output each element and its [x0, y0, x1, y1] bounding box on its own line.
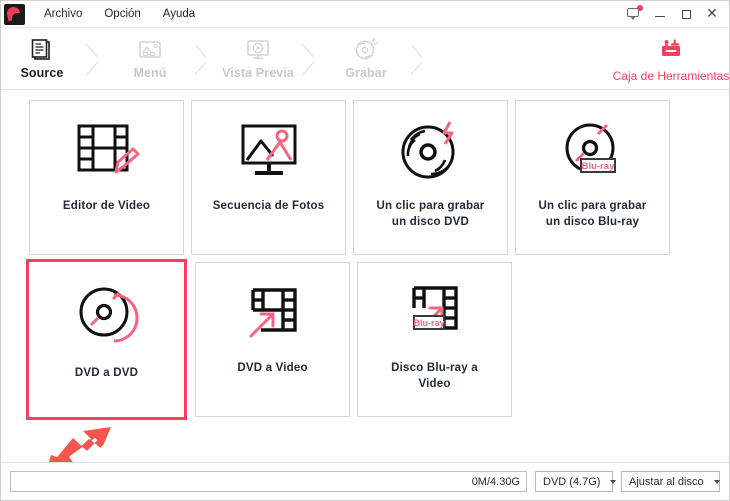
close-button[interactable]: ✕ [699, 3, 725, 25]
window-controls: ✕ [621, 3, 725, 25]
card-editor-de-video[interactable]: Editor de Video [29, 100, 184, 255]
card-dvd-a-dvd[interactable]: DVD a DVD [26, 259, 187, 420]
card-label: DVD a DVD [74, 367, 139, 379]
documents-stack-icon [27, 37, 57, 63]
card-label: Un clic para grabar un disco Blu-ray [538, 200, 647, 228]
step-menu-label: Menú [133, 66, 167, 80]
status-bar: 0M/4.30G DVD (4.7G) Ajustar al disco [1, 462, 729, 500]
fit-to-disc-value: Ajustar al disco [629, 475, 704, 488]
toolbox-button[interactable]: Caja de Herramientas [613, 28, 729, 89]
disc-capacity-progress: 0M/4.30G [10, 471, 527, 492]
fit-to-disc-select[interactable]: Ajustar al disco [621, 471, 720, 492]
burn-disc-icon [351, 37, 381, 63]
step-vista-previa-label: Vista Previa [222, 66, 294, 80]
disc-type-value: DVD (4.7G) [543, 475, 601, 488]
step-separator-2 [191, 28, 217, 89]
minimize-button[interactable] [647, 3, 673, 25]
chevron-down-icon [713, 479, 720, 484]
step-navigation: Source Menú Vista Previa Grabar Caja de … [1, 28, 729, 90]
menu-opcion[interactable]: Opción [93, 4, 151, 24]
card-label: Disco Blu-ray a Video [391, 362, 478, 390]
card-un-clic-grabar-dvd[interactable]: Un clic para grabar un disco DVD [353, 100, 508, 255]
step-source[interactable]: Source [1, 28, 83, 89]
card-label: Secuencia de Fotos [212, 200, 325, 212]
picture-frame-icon [135, 37, 165, 63]
bluray-badge-text: Blu-ray [581, 161, 614, 172]
toolbox-icon [656, 34, 686, 65]
maximize-icon [681, 9, 691, 19]
disc-bluray-icon: Blu-ray [516, 101, 669, 199]
step-separator-4 [407, 28, 433, 89]
disc-type-select[interactable]: DVD (4.7G) [535, 471, 617, 492]
film-bluray-arrow-icon: Blu-ray [358, 263, 511, 361]
menu-ayuda[interactable]: Ayuda [152, 4, 206, 24]
step-separator-3 [299, 28, 325, 89]
card-label: DVD a Video [237, 362, 308, 374]
tool-grid-row-1: Editor de Video Secuencia de Fotos Un cl… [29, 100, 701, 255]
card-label: Editor de Video [62, 200, 151, 212]
film-strip-pencil-icon [30, 101, 183, 199]
bluray-badge-text: Blu-ray [413, 318, 444, 328]
step-separator-1 [83, 28, 109, 89]
card-disco-bluray-a-video[interactable]: Blu-ray Disco Blu-ray a Video [357, 262, 512, 417]
step-grabar-label: Grabar [345, 66, 387, 80]
tool-grid-row-2: DVD a DVD DVD a Video Blu-ray Disco Blu-… [26, 259, 701, 420]
card-un-clic-grabar-bluray[interactable]: Blu-ray Un clic para grabar un disco Blu… [515, 100, 670, 255]
step-menu[interactable]: Menú [109, 28, 191, 89]
disc-capacity-text: 0M/4.30G [471, 475, 520, 488]
app-window: Archivo Opción Ayuda ✕ Source Menú Vista… [0, 0, 730, 501]
step-vista-previa[interactable]: Vista Previa [217, 28, 299, 89]
step-source-label: Source [20, 66, 64, 80]
maximize-button[interactable] [673, 3, 699, 25]
chevron-down-icon [610, 479, 617, 484]
step-grabar[interactable]: Grabar [325, 28, 407, 89]
disc-to-disc-icon [29, 262, 184, 366]
card-label: Un clic para grabar un disco DVD [376, 200, 485, 228]
app-logo-icon [4, 3, 25, 25]
monitor-photo-icon [192, 101, 345, 199]
card-dvd-a-video[interactable]: DVD a Video [195, 262, 350, 417]
menu-archivo[interactable]: Archivo [33, 4, 93, 24]
film-arrow-icon [196, 263, 349, 361]
disc-lightning-icon [354, 101, 507, 199]
toolbox-label: Caja de Herramientas [612, 69, 730, 83]
feedback-bubble-icon [627, 5, 643, 21]
feedback-button[interactable] [621, 3, 647, 25]
tool-grid: Editor de Video Secuencia de Fotos Un cl… [1, 90, 729, 464]
close-icon: ✕ [706, 6, 718, 22]
card-secuencia-de-fotos[interactable]: Secuencia de Fotos [191, 100, 346, 255]
minimize-icon [655, 12, 665, 17]
menu-bar: Archivo Opción Ayuda [33, 4, 206, 24]
title-bar: Archivo Opción Ayuda ✕ [1, 1, 729, 28]
monitor-play-icon [243, 37, 273, 63]
